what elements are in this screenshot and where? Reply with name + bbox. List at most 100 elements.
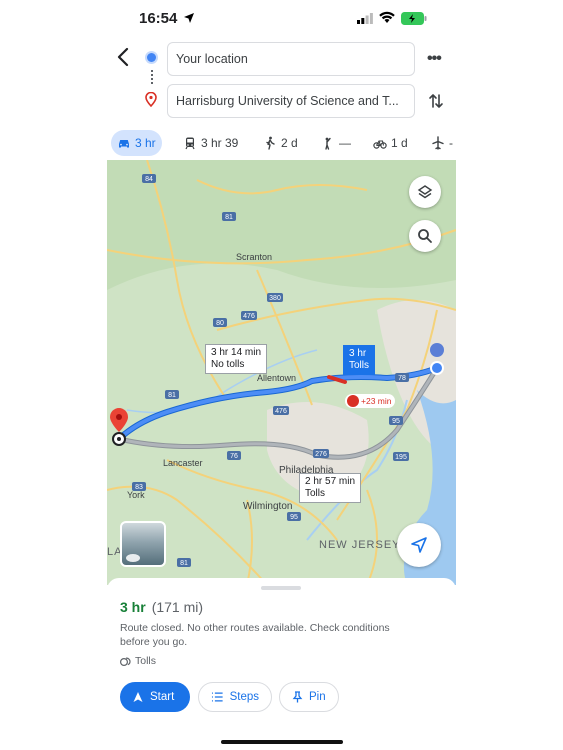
tab-walk-label: 2 d <box>281 136 298 150</box>
tab-transit[interactable]: 3 hr 39 <box>177 130 244 156</box>
tab-ride[interactable]: — <box>315 130 357 156</box>
map-view[interactable]: 84 81 380 80 476 78 476 81 276 95 195 76… <box>107 160 456 585</box>
battery-charging-icon <box>401 12 427 25</box>
svg-text:84: 84 <box>145 176 153 183</box>
shield-81-b: 81 <box>165 390 179 399</box>
route-callout-selected[interactable]: 3 hr Tolls <box>343 345 376 375</box>
route-callout-alt2-note: Tolls <box>305 488 326 499</box>
tolls-indicator: Tolls <box>120 655 156 667</box>
steps-button[interactable]: Steps <box>198 682 272 712</box>
travel-mode-tabs: 3 hr 3 hr 39 2 d — 1 d - <box>107 130 456 158</box>
pin-button[interactable]: Pin <box>279 682 339 712</box>
route-summary-sheet: 3 hr (171 mi) Route closed. No other rout… <box>107 578 456 750</box>
shield-84: 84 <box>142 174 156 183</box>
map-search-button[interactable] <box>409 220 441 252</box>
status-time: 16:54 <box>139 10 178 27</box>
route-distance: (171 mi) <box>151 599 204 615</box>
shield-78: 78 <box>395 373 409 382</box>
origin-input[interactable]: Your location <box>167 42 415 76</box>
navigation-icon <box>133 692 143 702</box>
more-options-icon[interactable]: ••• <box>427 50 445 68</box>
street-view-icon <box>126 554 140 562</box>
svg-text:276: 276 <box>315 451 327 458</box>
airplane-icon <box>432 136 444 150</box>
recenter-navigation-button[interactable] <box>397 523 441 567</box>
shield-95-a: 95 <box>389 416 403 425</box>
toll-icon <box>120 657 131 666</box>
route-connector-dots <box>151 70 153 84</box>
svg-text:380: 380 <box>269 295 281 302</box>
tab-drive-label: 3 hr <box>135 136 156 150</box>
shield-276: 276 <box>313 449 329 458</box>
tab-flight-label: - <box>449 136 453 150</box>
svg-text:81: 81 <box>168 392 176 399</box>
svg-text:76: 76 <box>230 453 238 460</box>
route-callout-alt-time: 3 hr 14 min <box>211 347 262 358</box>
car-icon <box>119 140 129 148</box>
shield-80-a: 80 <box>213 318 227 327</box>
sheet-drag-handle[interactable] <box>261 586 301 590</box>
tab-walk[interactable]: 2 d <box>257 130 304 156</box>
route-callout-alt-no-tolls[interactable]: 3 hr 14 min No tolls <box>205 344 268 374</box>
map-label-scranton: Scranton <box>236 252 273 262</box>
map-label-new-jersey: NEW JERSEY <box>319 539 401 551</box>
tab-bike[interactable]: 1 d <box>367 130 414 156</box>
route-summary: 3 hr (171 mi) <box>120 599 203 615</box>
layers-button[interactable] <box>409 176 441 208</box>
route-callout-selected-time: 3 hr <box>349 348 367 359</box>
home-indicator[interactable] <box>221 740 343 744</box>
start-button[interactable]: Start <box>120 682 190 712</box>
street-view-thumbnail[interactable] <box>120 521 166 567</box>
shield-476-a: 476 <box>241 311 257 320</box>
svg-text:81: 81 <box>225 214 233 221</box>
back-icon[interactable] <box>113 46 135 68</box>
destination-pin-icon <box>145 92 157 107</box>
tab-flight[interactable]: - <box>425 130 459 156</box>
bicycle-icon <box>373 140 387 149</box>
closure-delay-text: +23 min <box>361 396 392 406</box>
svg-text:476: 476 <box>275 408 287 415</box>
start-label: Start <box>150 691 175 703</box>
tolls-label: Tolls <box>135 655 157 667</box>
svg-text:476: 476 <box>243 313 255 320</box>
shield-81: 81 <box>222 212 236 221</box>
route-duration: 3 hr <box>120 599 146 615</box>
shield-476-b: 476 <box>273 406 289 415</box>
closure-delay-badge[interactable]: +23 min <box>345 394 396 408</box>
destination-input[interactable]: Harrisburg University of Science and T..… <box>167 84 415 118</box>
route-callout-alt2-time: 2 hr 57 min <box>305 476 356 487</box>
search-icon <box>418 229 432 243</box>
pin-icon <box>292 691 303 703</box>
route-callout-alt-tolls[interactable]: 2 hr 57 min Tolls <box>299 473 362 503</box>
tab-transit-label: 3 hr 39 <box>201 136 239 150</box>
route-callout-alt-note: No tolls <box>211 359 245 370</box>
svg-text:95: 95 <box>290 514 298 521</box>
map-label-wilmington: Wilmington <box>243 501 293 512</box>
maps-directions-screen: 16:54 Your location Harrisburg Universit… <box>107 0 456 750</box>
tab-bike-label: 1 d <box>391 136 408 150</box>
shield-95-b: 95 <box>287 512 301 521</box>
shield-380: 380 <box>267 293 283 302</box>
shield-81-c: 81 <box>177 558 191 567</box>
shield-76: 76 <box>227 451 241 460</box>
map-label-lancaster: Lancaster <box>163 458 203 468</box>
svg-text:78: 78 <box>398 375 406 382</box>
navigation-arrow-icon <box>411 537 427 553</box>
status-bar: 16:54 <box>107 0 456 36</box>
origin-dot-icon <box>147 53 156 62</box>
cellular-signal-icon <box>357 13 373 24</box>
swap-directions-icon[interactable] <box>427 92 445 110</box>
svg-text:195: 195 <box>395 454 407 461</box>
layers-icon <box>417 185 433 199</box>
steps-label: Steps <box>229 691 259 703</box>
map-label-york: York <box>127 490 145 500</box>
road-closed-icon <box>347 395 359 407</box>
tab-drive[interactable]: 3 hr <box>111 130 162 156</box>
svg-text:80: 80 <box>216 320 224 327</box>
tab-ride-label: — <box>339 136 351 150</box>
map-label-allentown: Allentown <box>257 373 297 383</box>
svg-text:95: 95 <box>392 418 400 425</box>
wifi-icon <box>379 11 395 23</box>
transit-icon <box>185 137 195 150</box>
location-arrow-icon <box>184 13 194 23</box>
